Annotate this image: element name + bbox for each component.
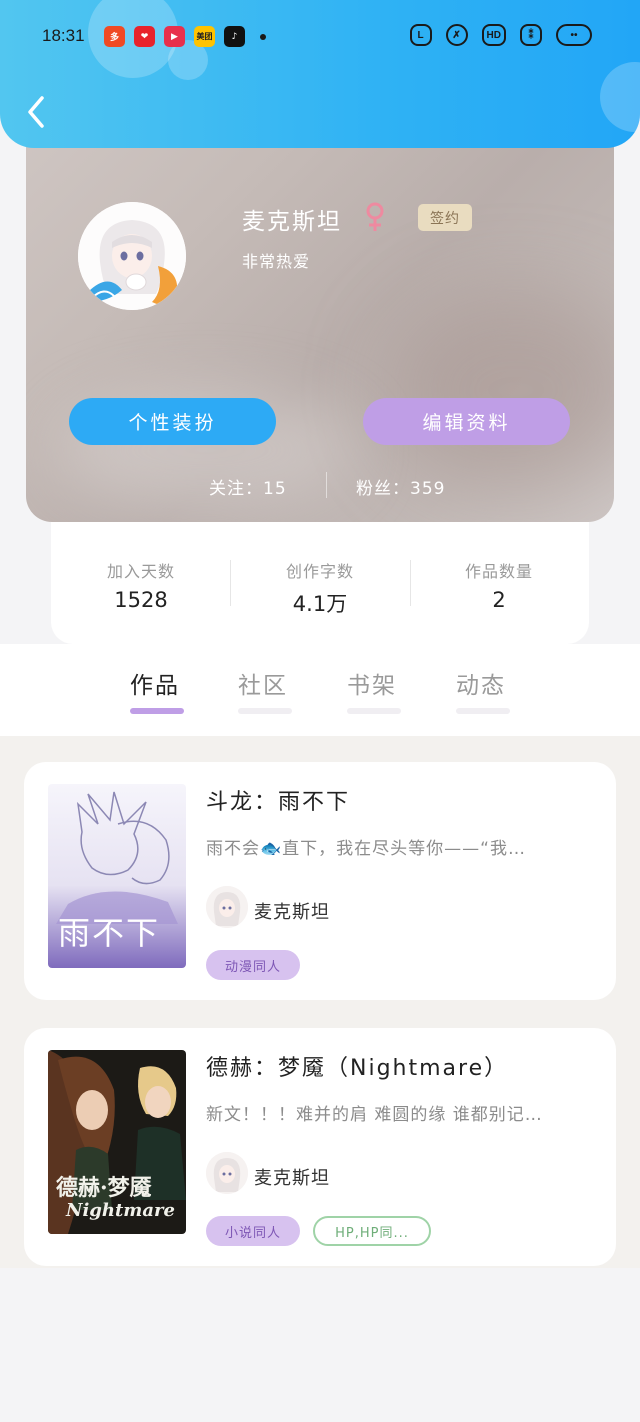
author-name: 麦克斯坦 [254,1168,330,1189]
status-system-icons: L ✗ HD ⁑ •• [409,24,592,46]
category-tag[interactable]: 小说同人 [206,1216,300,1246]
signal-l-icon: L [409,24,432,46]
signed-author-badge: 签约 [418,204,472,231]
book-cover-subtitle: Nightmare [66,1200,175,1221]
username: 麦克斯坦 [242,209,342,235]
stat-works-count: 作品数量 2 [409,558,589,612]
book-title: 斗龙：雨不下 [206,790,351,815]
category-tag[interactable]: 动漫同人 [206,950,300,980]
status-time: 18:31 [42,26,85,45]
pinduoduo-icon: 多 [104,26,125,47]
anime-girl-avatar-icon [206,1152,248,1194]
decor-bubble [600,62,640,132]
stat-join-days: 加入天数 1528 [51,558,231,612]
author-avatar [206,1152,248,1194]
tab-activity[interactable]: 动态 [456,666,506,700]
tab-indicator [347,708,401,714]
edit-profile-button[interactable]: 编辑资料 [363,398,570,445]
book-title: 德赫：梦魇（Nightmare） [206,1056,509,1081]
stat-word-count: 创作字数 4.1万 [230,558,410,618]
more-notifications-icon [260,33,266,40]
book-description: 雨不会🐟直下，我在尽头等你——“我… [206,839,526,859]
tab-indicator [238,708,292,714]
stat-label: 加入天数 [106,562,175,581]
category-tag[interactable]: HP,HP同... [313,1216,431,1246]
shop-heart-icon: ❤ [134,26,155,47]
personalize-button[interactable]: 个性装扮 [69,398,276,445]
book-cover-title: 德赫·梦魇 [56,1175,152,1201]
anime-girl-avatar-icon [78,202,186,310]
followers-count[interactable]: 粉丝：359 [356,474,445,499]
top-header: 18:31 多 ❤ ▶ 美团 ♪ L ✗ HD ⁑ •• [0,0,640,148]
book-cover: 德赫·梦魇 Nightmare [48,1050,186,1234]
book-card[interactable]: 雨不下 斗龙：雨不下 雨不会🐟直下，我在尽头等你——“我… 麦克斯坦 动漫同人 [24,762,616,1000]
profile-card: 麦克斯坦 签约 非常热爱 个性装扮 编辑资料 关注：15 粉丝：359 [26,110,614,522]
tab-bookshelf[interactable]: 书架 [347,666,397,700]
tab-indicator [456,708,510,714]
tab-bar [0,644,640,736]
decor-blur [386,290,614,490]
stat-value: 2 [492,588,506,612]
divider [326,472,327,498]
book-card[interactable]: 德赫·梦魇 Nightmare 德赫：梦魇（Nightmare） 新文！！！难并… [24,1028,616,1266]
book-cover: 雨不下 [48,784,186,968]
author-name: 麦克斯坦 [254,902,330,923]
page-bottom [0,1268,640,1422]
mute-icon: ✗ [445,24,468,46]
anime-girl-avatar-icon [206,886,248,928]
following-count[interactable]: 关注：15 [209,474,287,499]
meituan-icon: 美团 [194,26,215,47]
battery-icon: •• [556,24,592,46]
tab-indicator-active [130,708,184,714]
stat-value: 4.1万 [292,592,348,616]
female-gender-icon [366,202,384,231]
wifi-icon: ⁑ [520,24,542,46]
author-avatar [206,886,248,928]
avatar[interactable] [78,202,186,310]
hd-icon: HD [481,24,506,46]
tab-works[interactable]: 作品 [130,666,180,700]
back-arrow-icon[interactable] [22,92,52,132]
stat-label: 创作字数 [285,562,354,581]
book-cover-title: 雨不下 [58,914,161,952]
stat-label: 作品数量 [464,562,533,581]
tiktok-icon: ♪ [224,26,245,47]
video-play-icon: ▶ [164,26,185,47]
stat-value: 1528 [114,588,168,612]
status-app-icons: 多 ❤ ▶ 美团 ♪ [104,26,266,47]
tab-community[interactable]: 社区 [238,666,288,700]
book-description: 新文！！！难并的肩 难圆的缘 谁都别记… [206,1105,543,1125]
user-bio: 非常热爱 [242,252,311,271]
